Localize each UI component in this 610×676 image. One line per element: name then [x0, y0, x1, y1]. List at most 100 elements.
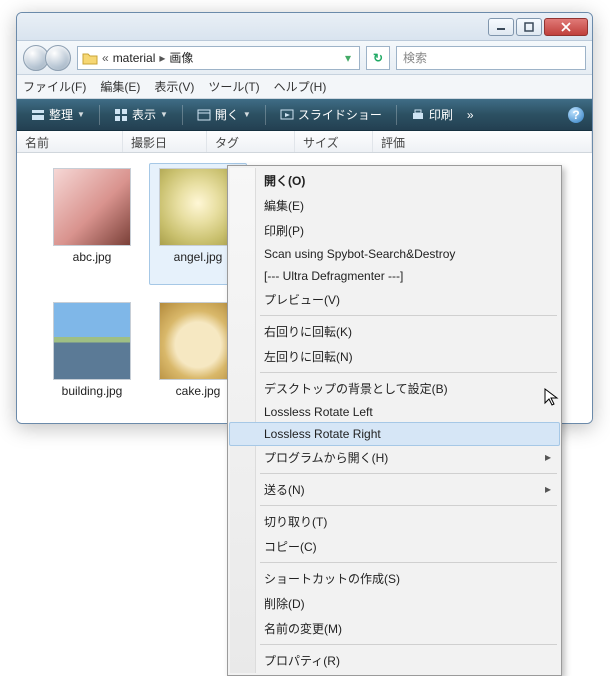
- open-button[interactable]: 開く ▼: [191, 103, 257, 127]
- file-label: building.jpg: [62, 384, 123, 398]
- breadcrumb[interactable]: « material ▸ 画像 ▾: [77, 46, 360, 70]
- maximize-icon: [524, 22, 534, 32]
- breadcrumb-dropdown[interactable]: ▾: [341, 51, 355, 65]
- submenu-arrow-icon: ▸: [545, 482, 551, 496]
- chevron-right-icon: ▸: [157, 51, 167, 65]
- col-size[interactable]: サイズ: [295, 131, 373, 152]
- print-label: 印刷: [429, 106, 453, 123]
- ctx-set-background[interactable]: デスクトップの背景として設定(B): [230, 376, 559, 401]
- organize-label: 整理: [49, 106, 73, 123]
- maximize-button[interactable]: [516, 18, 542, 36]
- help-icon: ?: [572, 108, 579, 122]
- views-button[interactable]: 表示 ▼: [108, 103, 174, 127]
- slideshow-icon: [280, 108, 294, 122]
- ctx-shortcut[interactable]: ショートカットの作成(S): [230, 566, 559, 591]
- ctx-separator: [260, 372, 557, 373]
- views-icon: [114, 108, 128, 122]
- col-tags[interactable]: タグ: [207, 131, 295, 152]
- slideshow-label: スライドショー: [298, 106, 382, 123]
- thumbnail: [159, 302, 237, 380]
- chevron-down-icon: ▼: [160, 110, 168, 119]
- menu-file[interactable]: ファイル(F): [23, 78, 86, 95]
- file-item[interactable]: abc.jpg: [43, 163, 141, 285]
- ctx-preview[interactable]: プレビュー(V): [230, 287, 559, 312]
- close-button[interactable]: [544, 18, 588, 36]
- nav-row: « material ▸ 画像 ▾ ↻ 検索: [17, 41, 592, 75]
- file-item[interactable]: building.jpg: [43, 297, 141, 419]
- toolbar-more[interactable]: »: [467, 108, 474, 122]
- col-date[interactable]: 撮影日: [123, 131, 207, 152]
- ctx-separator: [260, 315, 557, 316]
- file-label: cake.jpg: [176, 384, 221, 398]
- ctx-separator: [260, 562, 557, 563]
- toolbar: 整理 ▼ 表示 ▼ 開く ▼ スライドショー: [17, 99, 592, 131]
- toolbar-separator: [265, 105, 266, 125]
- chevron-down-icon: ▼: [77, 110, 85, 119]
- ctx-open[interactable]: 開く(O): [230, 168, 559, 193]
- menu-view[interactable]: 表示(V): [154, 78, 194, 95]
- nav-back-forward[interactable]: [23, 45, 71, 71]
- toolbar-separator: [99, 105, 100, 125]
- help-button[interactable]: ?: [568, 107, 584, 123]
- chevron-down-icon: ▼: [243, 110, 251, 119]
- print-button[interactable]: 印刷: [405, 103, 459, 127]
- toolbar-separator: [182, 105, 183, 125]
- print-icon: [411, 108, 425, 122]
- ctx-separator: [260, 473, 557, 474]
- organize-icon: [31, 108, 45, 122]
- menu-tool[interactable]: ツール(T): [208, 78, 259, 95]
- ctx-rename[interactable]: 名前の変更(M): [230, 616, 559, 641]
- titlebar: [17, 13, 592, 41]
- open-icon: [197, 108, 211, 122]
- col-rating[interactable]: 評価: [373, 131, 592, 152]
- ctx-cut[interactable]: 切り取り(T): [230, 509, 559, 534]
- ctx-send-to[interactable]: 送る(N) ▸: [230, 477, 559, 502]
- minimize-button[interactable]: [488, 18, 514, 36]
- ctx-open-with[interactable]: プログラムから開く(H) ▸: [230, 445, 559, 470]
- submenu-arrow-icon: ▸: [545, 450, 551, 464]
- file-label: angel.jpg: [174, 250, 223, 264]
- refresh-icon: ↻: [373, 51, 383, 65]
- nav-forward-icon: [45, 45, 71, 71]
- ctx-delete[interactable]: 削除(D): [230, 591, 559, 616]
- minimize-icon: [496, 22, 506, 32]
- thumbnail: [53, 302, 131, 380]
- ctx-ultra[interactable]: [--- Ultra Defragmenter ---]: [230, 265, 559, 287]
- open-label: 開く: [215, 106, 239, 123]
- ctx-print[interactable]: 印刷(P): [230, 218, 559, 243]
- ctx-open-with-label: プログラムから開く(H): [264, 451, 388, 465]
- ctx-separator: [260, 505, 557, 506]
- slideshow-button[interactable]: スライドショー: [274, 103, 388, 127]
- refresh-button[interactable]: ↻: [366, 46, 390, 70]
- folder-icon: [82, 51, 98, 65]
- menubar: ファイル(F) 編集(E) 表示(V) ツール(T) ヘルプ(H): [17, 75, 592, 99]
- ctx-lossless-right-label: Lossless Rotate Right: [264, 427, 381, 441]
- ctx-lossless-right[interactable]: Lossless Rotate Right: [229, 422, 560, 446]
- ctx-copy[interactable]: コピー(C): [230, 534, 559, 559]
- context-menu: 開く(O) 編集(E) 印刷(P) Scan using Spybot-Sear…: [227, 165, 562, 676]
- organize-button[interactable]: 整理 ▼: [25, 103, 91, 127]
- toolbar-separator: [396, 105, 397, 125]
- ctx-rotate-ccw[interactable]: 左回りに回転(N): [230, 344, 559, 369]
- search-placeholder: 検索: [403, 49, 427, 66]
- breadcrumb-seg1[interactable]: material: [113, 51, 156, 65]
- ctx-lossless-left[interactable]: Lossless Rotate Left: [230, 401, 559, 423]
- column-headers: 名前 撮影日 タグ サイズ 評価: [17, 131, 592, 153]
- breadcrumb-seg2[interactable]: 画像: [169, 49, 193, 66]
- thumbnail: [159, 168, 237, 246]
- file-label: abc.jpg: [73, 250, 112, 264]
- views-label: 表示: [132, 106, 156, 123]
- col-name[interactable]: 名前: [17, 131, 123, 152]
- ctx-separator: [260, 644, 557, 645]
- thumbnail: [53, 168, 131, 246]
- breadcrumb-pre: «: [100, 51, 111, 65]
- ctx-spybot[interactable]: Scan using Spybot-Search&Destroy: [230, 243, 559, 265]
- search-input[interactable]: 検索: [396, 46, 586, 70]
- ctx-send-to-label: 送る(N): [264, 483, 305, 497]
- menu-edit[interactable]: 編集(E): [100, 78, 140, 95]
- ctx-properties[interactable]: プロパティ(R): [230, 648, 559, 673]
- close-icon: [561, 22, 571, 32]
- menu-help[interactable]: ヘルプ(H): [274, 78, 327, 95]
- ctx-edit[interactable]: 編集(E): [230, 193, 559, 218]
- ctx-rotate-cw[interactable]: 右回りに回転(K): [230, 319, 559, 344]
